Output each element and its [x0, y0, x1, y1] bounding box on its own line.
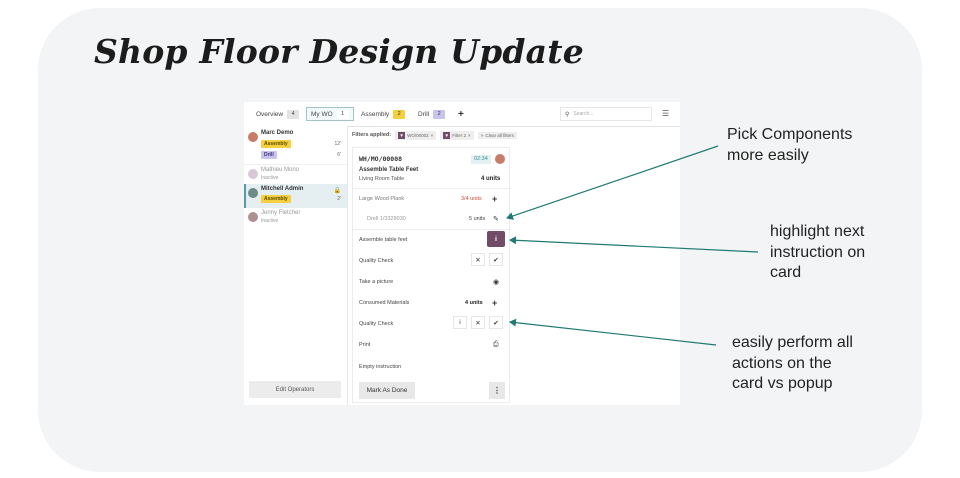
- annotation-arrows: [506, 145, 759, 346]
- arrow-to-instruction: [509, 236, 759, 253]
- arrow-to-actions: [509, 318, 717, 346]
- arrow-to-component: [506, 145, 719, 220]
